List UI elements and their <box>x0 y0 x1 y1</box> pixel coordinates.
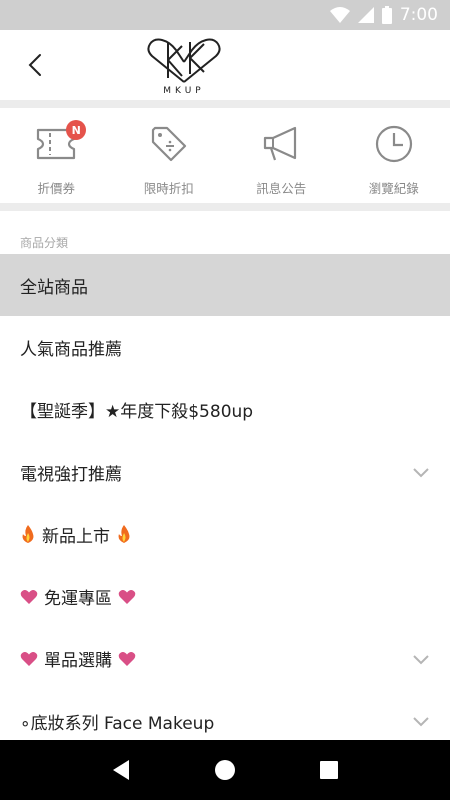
menu-item-label: 【聖誕季】★年度下殺$580up <box>20 402 254 423</box>
signal-icon <box>357 7 374 23</box>
system-nav-bar <box>0 740 450 800</box>
app-header: MKUP <box>0 30 450 100</box>
clock-icon <box>372 122 416 166</box>
menu-item-tv-recommend[interactable]: 電視強打推薦 <box>0 441 450 503</box>
nav-back-icon[interactable] <box>111 759 131 781</box>
status-bar: 7:00 <box>0 0 450 30</box>
quick-link-coupons[interactable]: N 折價券 <box>0 108 113 203</box>
menu-item-label: 免運專區 <box>44 589 112 610</box>
menu-item-label: ∘底妝系列 Face Makeup <box>20 713 215 734</box>
quick-link-announcements[interactable]: 訊息公告 <box>225 108 338 203</box>
quick-link-label: 折價券 <box>37 181 75 196</box>
nav-recents-icon[interactable] <box>319 760 339 780</box>
menu-item-label: 全站商品 <box>20 277 88 298</box>
quick-link-label: 訊息公告 <box>256 181 307 196</box>
new-badge: N <box>66 120 87 140</box>
menu-item-label: 單品選購 <box>44 651 112 672</box>
heart-icon <box>118 651 136 666</box>
fire-icon <box>118 525 130 544</box>
menu-item-popular[interactable]: 人氣商品推薦 <box>0 316 450 378</box>
quick-links: N 折價券 限時折扣 訊息公告 瀏覽紀錄 <box>0 108 450 203</box>
chevron-down-icon <box>413 468 429 478</box>
chevron-left-icon <box>28 54 41 76</box>
category-menu: 全站商品 人氣商品推薦 【聖誕季】★年度下殺$580up 電視強打推薦 新品上市… <box>0 254 450 752</box>
menu-item-single-items[interactable]: 單品選購 <box>0 628 450 690</box>
quick-link-label: 限時折扣 <box>143 181 194 196</box>
discount-tag-icon <box>147 122 191 166</box>
menu-item-label: 新品上市 <box>42 526 110 547</box>
quick-link-flash-sale[interactable]: 限時折扣 <box>113 108 226 203</box>
divider <box>0 100 450 108</box>
heart-icon <box>20 651 38 666</box>
fire-icon <box>22 525 34 544</box>
chevron-down-icon <box>413 717 429 727</box>
menu-item-all-products[interactable]: 全站商品 <box>0 254 450 317</box>
heart-icon <box>20 589 38 604</box>
quick-link-history[interactable]: 瀏覽紀錄 <box>338 108 450 203</box>
menu-item-christmas-sale[interactable]: 【聖誕季】★年度下殺$580up <box>0 379 450 441</box>
battery-icon <box>381 6 392 24</box>
chevron-down-icon <box>413 655 429 665</box>
nav-home-icon[interactable] <box>214 759 236 781</box>
heart-icon <box>118 589 136 604</box>
brand-logo: MKUP <box>146 38 222 96</box>
status-time: 7:00 <box>399 5 438 25</box>
megaphone-icon <box>259 122 303 166</box>
divider <box>0 203 450 211</box>
menu-item-label: 人氣商品推薦 <box>20 339 122 360</box>
menu-item-free-shipping[interactable]: 免運專區 <box>0 565 450 627</box>
logo-mark-icon <box>147 38 221 83</box>
section-title: 商品分類 <box>20 236 69 250</box>
logo-text: MKUP <box>163 86 205 96</box>
coupon-icon: N <box>34 120 87 166</box>
menu-item-label: 電視強打推薦 <box>20 464 122 485</box>
menu-item-new-arrivals[interactable]: 新品上市 <box>0 503 450 565</box>
wifi-icon <box>329 7 350 23</box>
quick-link-label: 瀏覽紀錄 <box>368 181 419 196</box>
back-button[interactable] <box>18 48 52 82</box>
